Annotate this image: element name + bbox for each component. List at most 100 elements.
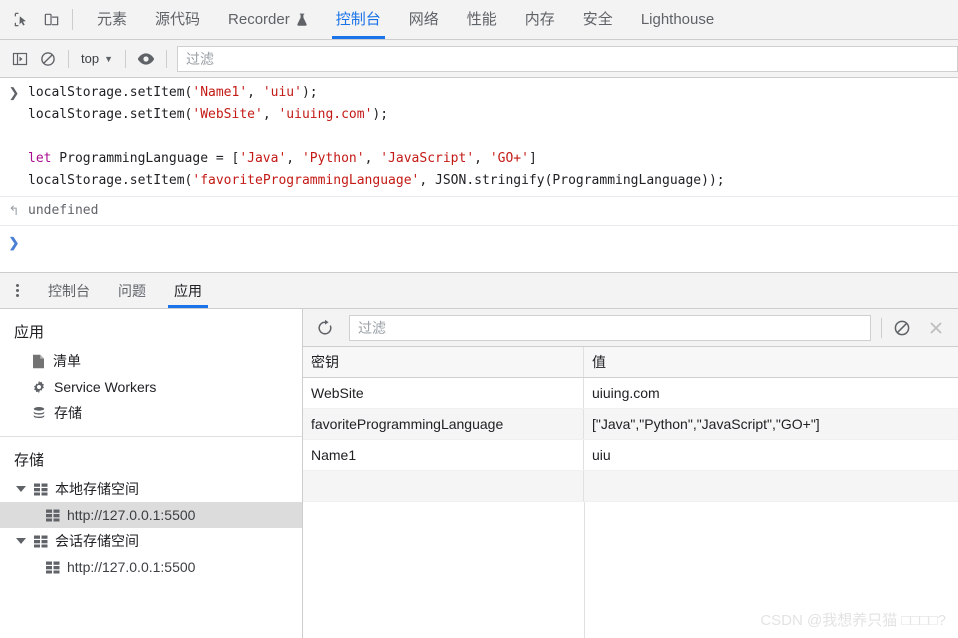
tab-label: 网络 [408,11,439,28]
console-sidebar-icon[interactable] [6,46,34,72]
gear-icon [32,380,46,394]
sidebar-group-local-storage[interactable]: 本地存储空间 [0,476,302,502]
tab-recorder[interactable]: Recorder [214,0,322,39]
table-row[interactable]: favoriteProgrammingLanguage ["Java","Pyt… [303,409,958,440]
code-token: ProgrammingLanguage = [ [51,151,240,166]
column-header-value[interactable]: 值 [584,347,958,377]
table-grid-icon [34,535,49,548]
cell-key: favoriteProgrammingLanguage [303,409,584,439]
console-filter-input[interactable]: 过滤 [177,45,958,72]
drawer-tab-label: 应用 [174,282,202,299]
tab-security[interactable]: 安全 [569,0,627,39]
sidebar-item-local-storage-origin[interactable]: http://127.0.0.1:5500 [0,502,302,528]
console-toolbar: top ▼ 过滤 [0,40,958,78]
drawer-body: 应用 清单 Service Workers 存储 存储 本地存储空间 http:… [0,309,958,638]
console-entry-code: localStorage.setItem('Name1', 'uiu'); lo… [28,82,725,192]
code-token: 'Java' [239,151,287,166]
sidebar-item-label: http://127.0.0.1:5500 [67,559,196,575]
sidebar-item-label: 存储 [54,405,82,421]
table-row[interactable]: Name1 uiu [303,440,958,471]
drawer-tab-label: 控制台 [48,282,90,299]
code-token: 'WebSite' [192,107,263,122]
sidebar-item-session-storage-origin[interactable]: http://127.0.0.1:5500 [0,554,302,580]
cell-key: WebSite [303,378,584,408]
column-header-key[interactable]: 密钥 [303,347,584,377]
console-output: ❯ localStorage.setItem('Name1', 'uiu'); … [0,78,958,272]
devtools-window: 元素 源代码 Recorder 控制台 网络 性能 内存 安全 Lighthou… [0,0,958,638]
table-header-row: 密钥 值 [303,347,958,378]
drawer-tab-label: 问题 [118,282,146,299]
cell-value: uiu [592,447,611,463]
execution-context-label: top [81,51,100,66]
sidebar-group-label: 会话存储空间 [55,533,139,549]
refresh-icon[interactable] [311,315,339,341]
tab-performance[interactable]: 性能 [453,0,511,39]
cell-key [303,471,584,501]
sidebar-item-storage[interactable]: 存储 [0,400,302,426]
console-input-entry: ❯ localStorage.setItem('Name1', 'uiu'); … [0,78,958,196]
table-row-empty[interactable] [303,471,958,502]
code-token: ] [528,151,537,166]
code-token: , [262,107,279,122]
tab-label: 元素 [97,11,128,28]
code-token: localStorage.setItem( [28,107,193,122]
application-sidebar: 应用 清单 Service Workers 存储 存储 本地存储空间 http:… [0,309,303,638]
console-entry-arrow-icon: ❯ [8,85,20,100]
sidebar-group-session-storage[interactable]: 会话存储空间 [0,528,302,554]
code-token: , [474,151,490,166]
tab-label: 源代码 [155,11,201,28]
console-prompt-arrow-icon: ❯ [8,235,20,250]
live-expression-eye-icon[interactable] [132,46,160,72]
code-token: 'favoriteProgrammingLanguage' [192,173,420,188]
inspect-cursor-icon[interactable] [6,0,36,39]
cell-key: Name1 [303,440,584,470]
tab-label: 内存 [524,11,555,28]
tab-lighthouse[interactable]: Lighthouse [627,0,728,39]
toolbar-divider [166,49,167,68]
sidebar-item-service-workers[interactable]: Service Workers [0,374,302,400]
device-toolbar-icon[interactable] [36,0,66,39]
cell-value: ["Java","Python","JavaScript","GO+"] [592,416,820,432]
cell-value [584,471,958,501]
tab-memory[interactable]: 内存 [511,0,569,39]
tab-label: Recorder [228,11,290,28]
database-stack-icon [32,406,46,420]
storage-filter-input[interactable]: 过滤 [349,314,871,341]
cell-value: uiuing.com [592,385,660,401]
storage-table: 密钥 值 WebSite uiuing.com favoriteProgramm… [303,347,958,638]
table-empty-col-value [585,502,958,638]
tab-console[interactable]: 控制台 [322,0,395,39]
table-grid-icon [46,509,61,522]
table-row[interactable]: WebSite uiuing.com [303,378,958,409]
clear-console-icon[interactable] [34,46,62,72]
tab-label: 性能 [466,11,497,28]
code-token: , [247,85,263,100]
code-token: , JSON.stringify(ProgrammingLanguage)); [419,173,725,188]
table-empty-col-key [303,502,585,638]
sidebar-item-manifest[interactable]: 清单 [0,348,302,374]
more-options-icon[interactable] [0,273,34,308]
delete-selected-x-icon[interactable] [922,315,950,341]
drawer-tab-issues[interactable]: 问题 [104,273,160,308]
toolbar-divider [68,49,69,68]
tab-network[interactable]: 网络 [395,0,453,39]
console-result-value: undefined [28,203,99,218]
drawer-tab-console[interactable]: 控制台 [34,273,104,308]
drawer: 控制台 问题 应用 应用 清单 Service Workers 存储 存储 本地… [0,272,958,638]
chevron-down-icon[interactable] [16,486,26,492]
clear-all-icon[interactable] [888,315,916,341]
code-token: ); [372,107,389,122]
toolbar-divider [125,49,126,68]
tab-elements[interactable]: 元素 [83,0,141,39]
code-token: 'GO+' [489,151,529,166]
chevron-down-icon[interactable] [16,538,26,544]
tab-label: 安全 [582,11,613,28]
sidebar-section-application-title: 应用 [14,324,45,341]
table-grid-icon [34,483,49,496]
console-prompt-line[interactable]: ❯ [0,226,958,260]
drawer-tab-application[interactable]: 应用 [160,273,216,308]
tab-sources[interactable]: 源代码 [141,0,214,39]
execution-context-dropdown[interactable]: top ▼ [75,49,119,68]
code-token: localStorage.setItem( [28,85,193,100]
manifest-document-icon [32,354,45,369]
